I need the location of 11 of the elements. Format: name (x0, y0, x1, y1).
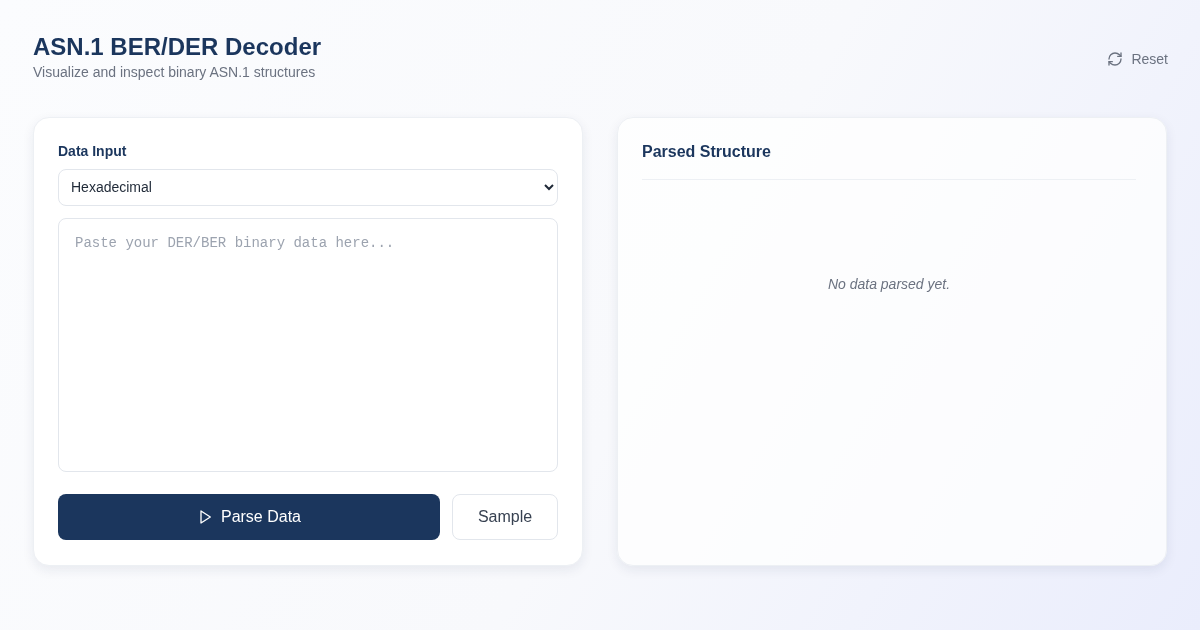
page-subtitle: Visualize and inspect binary ASN.1 structures (33, 64, 317, 80)
parse-button[interactable]: Parse Data (58, 494, 440, 540)
empty-message: No data parsed yet. (827, 276, 951, 292)
reset-button[interactable]: Reset (1107, 47, 1168, 71)
refresh-icon (1107, 51, 1124, 67)
format-select[interactable]: Hexadecimal (58, 169, 558, 206)
data-input-field[interactable]: Paste your DER/BER binary data here... (58, 217, 558, 472)
sample-button[interactable]: Sample (452, 494, 558, 540)
panel-title: Parsed Structure (642, 143, 1136, 180)
page-title: ASN.1 BER/DER Decoder (33, 32, 322, 62)
field-label: Data Input (58, 143, 128, 159)
